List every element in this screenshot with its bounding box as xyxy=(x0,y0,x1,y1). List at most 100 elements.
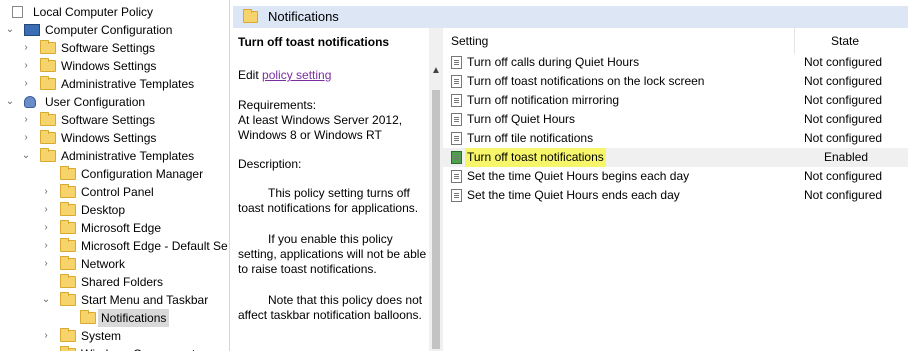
setting-row[interactable]: Set the time Quiet Hours begins each day… xyxy=(443,167,908,186)
folder-icon xyxy=(243,9,258,23)
tree-node-label: Administrative Templates xyxy=(61,149,195,163)
description-para-1: This policy setting turns off toast noti… xyxy=(238,186,419,215)
setting-state: Not configured xyxy=(804,188,883,202)
requirements-label: Requirements: xyxy=(238,98,317,112)
tree-node-label: Start Menu and Taskbar xyxy=(81,293,209,307)
chevron-right-icon[interactable]: › xyxy=(40,237,52,255)
description-para-2: If you enable this policy setting, appli… xyxy=(238,232,427,276)
folder-icon xyxy=(60,238,76,252)
user-icon xyxy=(24,96,36,108)
setting-row[interactable]: Turn off tile notifications Not configure… xyxy=(443,129,908,148)
chevron-right-icon[interactable]: › xyxy=(20,39,32,57)
tree-node-label: Computer Configuration xyxy=(45,23,173,37)
setting-state: Not configured xyxy=(804,93,883,107)
scrollbar-thumb[interactable] xyxy=(432,90,440,349)
chevron-right-icon[interactable]: › xyxy=(40,183,52,201)
folder-icon xyxy=(60,220,76,234)
policy-setting-icon xyxy=(451,132,462,145)
setting-state: Not configured xyxy=(804,131,883,145)
folder-icon xyxy=(40,112,56,126)
setting-state: Enabled xyxy=(824,150,869,164)
policy-setting-icon xyxy=(451,170,462,183)
tree-node-label: Shared Folders xyxy=(81,275,164,289)
document-icon xyxy=(12,6,23,18)
setting-name: Turn off notification mirroring xyxy=(467,93,620,107)
setting-row[interactable]: Turn off Quiet Hours Not configured xyxy=(443,110,908,129)
policy-setting-icon xyxy=(451,56,462,69)
folder-icon xyxy=(40,40,56,54)
folder-icon xyxy=(60,256,76,270)
folder-icon xyxy=(60,202,76,216)
tree-node-label: Microsoft Edge - Default Se xyxy=(81,239,228,253)
folder-icon xyxy=(40,76,56,90)
chevron-right-icon[interactable]: › xyxy=(20,111,32,129)
edit-line: Edit policy setting xyxy=(238,68,427,83)
setting-name: Turn off toast notifications xyxy=(465,148,606,167)
tree-node-label: Administrative Templates xyxy=(61,77,195,91)
chevron-right-icon[interactable]: › xyxy=(40,327,52,345)
tree-node-label: User Configuration xyxy=(45,95,146,109)
setting-name: Set the time Quiet Hours ends each day xyxy=(467,188,680,202)
description-para-3: Note that this policy does not affect ta… xyxy=(238,293,423,322)
setting-name: Turn off tile notifications xyxy=(467,131,594,145)
tree-node-label: System xyxy=(81,329,122,343)
setting-state: Not configured xyxy=(804,55,883,69)
policy-setting-icon xyxy=(451,113,462,126)
chevron-down-icon[interactable]: ⌄ xyxy=(4,21,16,39)
tree-node-label: Network xyxy=(81,257,126,271)
description-scrollbar[interactable]: ▲ xyxy=(429,28,443,351)
edit-prefix: Edit xyxy=(238,68,259,82)
folder-icon xyxy=(60,292,76,306)
setting-state: Not configured xyxy=(804,112,883,126)
column-header-state[interactable]: State xyxy=(795,28,895,54)
tree-node-label: Software Settings xyxy=(61,41,156,55)
description-title: Turn off toast notifications xyxy=(238,35,390,49)
settings-list: Setting State Turn off calls during Quie… xyxy=(443,28,908,351)
setting-row[interactable]: Turn off toast notifications on the lock… xyxy=(443,72,908,91)
scroll-up-arrow-icon[interactable]: ▲ xyxy=(430,66,442,76)
tree-node-label: Microsoft Edge xyxy=(81,221,162,235)
policy-setting-icon xyxy=(451,189,462,202)
folder-icon xyxy=(40,130,56,144)
tree-node-label: Control Panel xyxy=(81,185,154,199)
policy-setting-icon xyxy=(451,94,462,107)
policy-setting-icon xyxy=(451,75,462,88)
folder-icon xyxy=(60,274,76,288)
chevron-right-icon[interactable]: › xyxy=(40,255,52,273)
extended-description-pane: Turn off toast notifications Edit policy… xyxy=(233,28,429,351)
setting-row[interactable]: Turn off calls during Quiet Hours Not con… xyxy=(443,53,908,72)
chevron-right-icon[interactable]: › xyxy=(20,57,32,75)
folder-icon xyxy=(80,310,96,324)
folder-icon xyxy=(40,58,56,72)
folder-icon xyxy=(60,166,76,180)
setting-state: Not configured xyxy=(804,74,883,88)
setting-row[interactable]: Turn off toast notifications Enabled xyxy=(443,148,908,167)
tree-node-label: Windows Components xyxy=(78,345,204,351)
chevron-down-icon[interactable]: ⌄ xyxy=(4,93,16,111)
tree-node-label: Software Settings xyxy=(61,113,156,127)
chevron-down-icon[interactable]: ⌄ xyxy=(20,147,32,165)
description-label: Description: xyxy=(238,157,302,171)
chevron-down-icon[interactable]: ⌄ xyxy=(40,291,52,309)
chevron-right-icon[interactable]: › xyxy=(40,345,52,351)
console-tree: Local Computer Policy ⌄ Computer Configura… xyxy=(0,0,230,351)
setting-name: Set the time Quiet Hours begins each day xyxy=(467,169,690,183)
details-header: Notifications xyxy=(233,6,908,28)
column-header-setting[interactable]: Setting xyxy=(443,28,794,54)
setting-row[interactable]: Turn off notification mirroring Not confi… xyxy=(443,91,908,110)
chevron-right-icon[interactable]: › xyxy=(20,75,32,93)
tree-node-label: Windows Settings xyxy=(61,131,157,145)
setting-row[interactable]: Set the time Quiet Hours ends each day No… xyxy=(443,186,908,205)
chevron-right-icon[interactable]: › xyxy=(40,201,52,219)
edit-policy-setting-link[interactable]: policy setting xyxy=(262,68,331,82)
chevron-right-icon[interactable]: › xyxy=(20,129,32,147)
header-title: Notifications xyxy=(268,9,339,24)
folder-icon xyxy=(60,184,76,198)
tree-node-label: Configuration Manager xyxy=(81,167,204,181)
computer-icon xyxy=(24,24,40,36)
setting-state: Not configured xyxy=(804,169,883,183)
requirements-text: At least Windows Server 2012, Windows 8 … xyxy=(238,113,403,142)
folder-icon xyxy=(60,328,76,342)
chevron-right-icon[interactable]: › xyxy=(40,219,52,237)
tree-node-label: Notifications xyxy=(98,309,170,327)
